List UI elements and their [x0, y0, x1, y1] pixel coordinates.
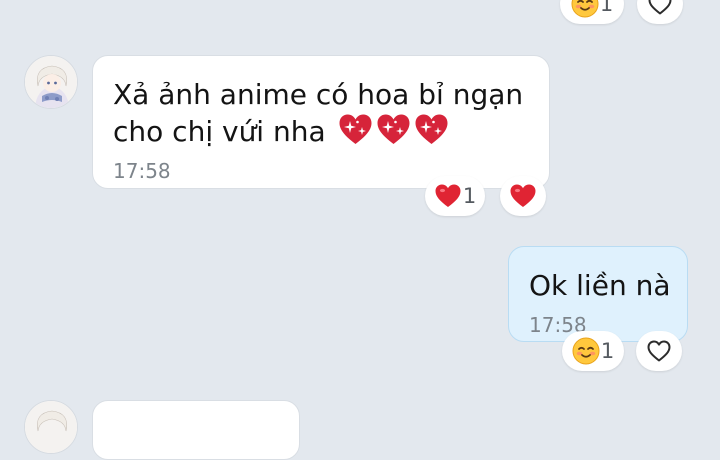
react-button[interactable] [636, 331, 682, 371]
sparkling-heart-icon [338, 113, 373, 146]
message-emoji-row [338, 113, 449, 146]
red-heart-emoji-icon [434, 183, 462, 209]
reaction-count: 1 [600, 339, 615, 363]
reaction-summary-top[interactable]: 1 [560, 0, 624, 24]
message-text: Ok liền nà [529, 269, 671, 302]
chat-view: 1 Xả ảnh anime có hoa bỉ ngạn cho chị vứ… [0, 0, 720, 460]
reaction-count: 1 [599, 0, 614, 16]
message-timestamp: 17:58 [113, 159, 171, 183]
message-bubble-incoming[interactable] [92, 400, 300, 460]
smiling-face-emoji-icon [572, 337, 600, 365]
red-heart-icon [509, 183, 537, 209]
heart-outline-icon [647, 0, 673, 16]
message-bubble-incoming[interactable]: Xả ảnh anime có hoa bỉ ngạn cho chị vứi … [92, 55, 550, 189]
reaction-summary[interactable]: 1 [425, 176, 485, 216]
react-button-top[interactable] [637, 0, 683, 24]
message-text: Xả ảnh anime có hoa bỉ ngạn cho chị vứi … [113, 78, 524, 148]
react-button[interactable] [500, 176, 546, 216]
contact-avatar[interactable] [24, 55, 78, 109]
reaction-summary[interactable]: 1 [562, 331, 624, 371]
sparkling-heart-icon [414, 113, 449, 146]
smiling-face-emoji-icon [571, 0, 599, 18]
heart-outline-icon [646, 339, 672, 363]
message-bubble-outgoing[interactable]: Ok liền nà 17:58 [508, 246, 688, 342]
contact-avatar[interactable] [24, 400, 78, 454]
reaction-count: 1 [462, 184, 477, 208]
sparkling-heart-icon [376, 113, 411, 146]
